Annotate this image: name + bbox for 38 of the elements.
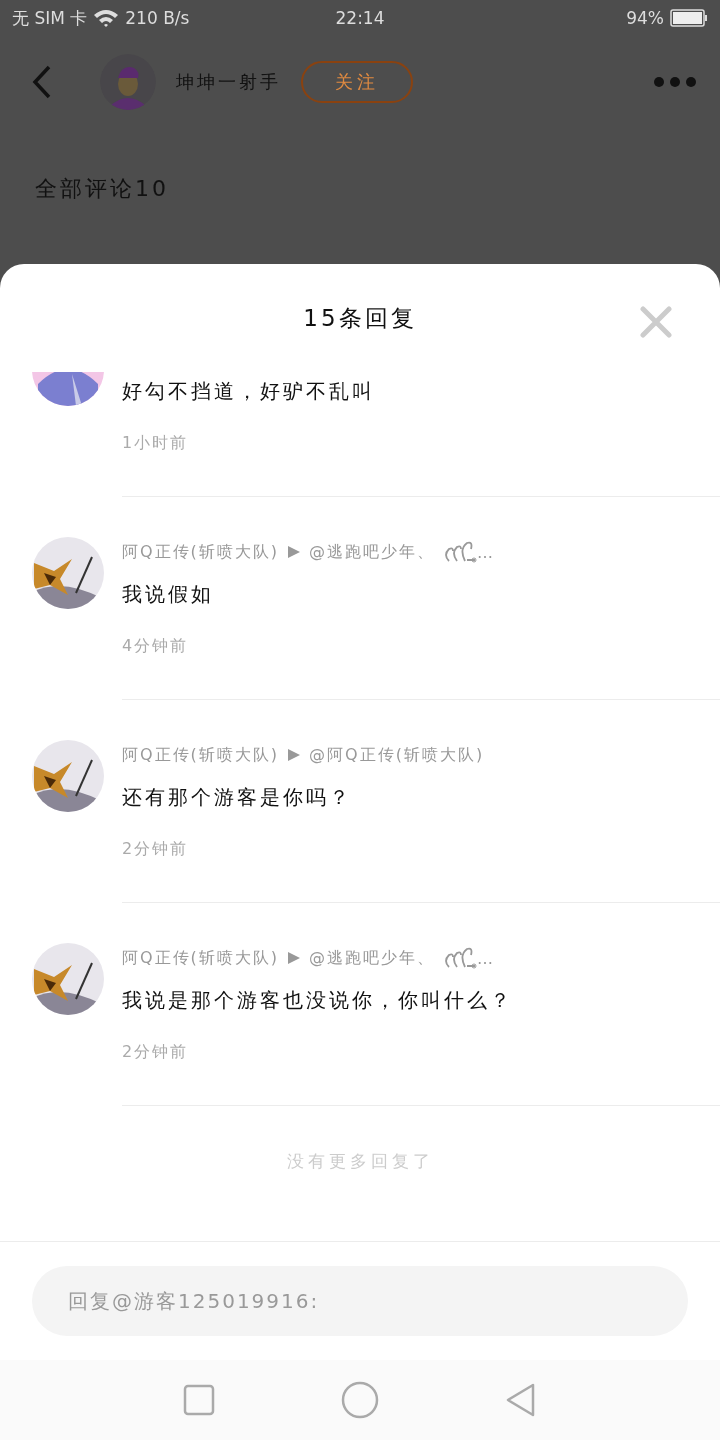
reply-text: 我说是那个游客也没说你，你叫什么？ — [122, 987, 514, 1014]
wifi-icon — [93, 8, 120, 28]
mention-name[interactable]: @逃跑吧少年、 — [309, 947, 436, 969]
reply-time: 1小时前 — [122, 432, 189, 454]
squiggle-icon — [443, 947, 478, 969]
mention-name[interactable]: @阿Q正传(斩喷大队) — [309, 744, 485, 766]
reply-time: 4分钟前 — [122, 635, 189, 657]
reply-author[interactable]: 阿Q正传(斩喷大队) — [122, 541, 280, 563]
mention-name[interactable]: @逃跑吧少年、 — [309, 541, 436, 563]
reply-input[interactable]: 回复@游客125019916: — [32, 1266, 688, 1336]
play-icon — [287, 748, 302, 762]
play-icon — [287, 545, 302, 559]
reply-author[interactable]: 阿Q正传(斩喷大队) — [122, 744, 280, 766]
recents-icon[interactable] — [183, 1384, 215, 1416]
squiggle-icon — [443, 541, 478, 563]
ellipsis-text: … — [477, 948, 496, 968]
clock: 22:14 — [335, 8, 385, 28]
network-speed: 210 B/s — [125, 8, 190, 28]
reply-text: 我说假如 — [122, 581, 215, 608]
reply-time: 2分钟前 — [122, 838, 189, 860]
avatar-icon[interactable] — [100, 54, 156, 110]
back-icon[interactable] — [32, 65, 52, 99]
battery-icon — [670, 8, 708, 28]
follow-button[interactable]: 关注 — [301, 61, 413, 103]
comments-heading: 全部评论10 — [35, 176, 169, 201]
reply-text: 好勾不挡道，好驴不乱叫 — [122, 378, 376, 405]
reply-text: 还有那个游客是你吗？ — [122, 784, 353, 811]
battery-percent: 94% — [626, 8, 664, 28]
carrier-text: 无 SIM 卡 — [12, 6, 88, 30]
play-icon — [287, 951, 302, 965]
ellipsis-text: … — [477, 542, 496, 562]
reply-author[interactable]: 阿Q正传(斩喷大队) — [122, 947, 280, 969]
back-nav-icon[interactable] — [505, 1382, 537, 1418]
reply-time: 2分钟前 — [122, 1041, 189, 1063]
sheet-title: 15条回复 — [303, 303, 417, 333]
more-icon[interactable] — [654, 77, 696, 87]
home-icon[interactable] — [341, 1381, 379, 1419]
close-icon[interactable] — [640, 306, 672, 338]
